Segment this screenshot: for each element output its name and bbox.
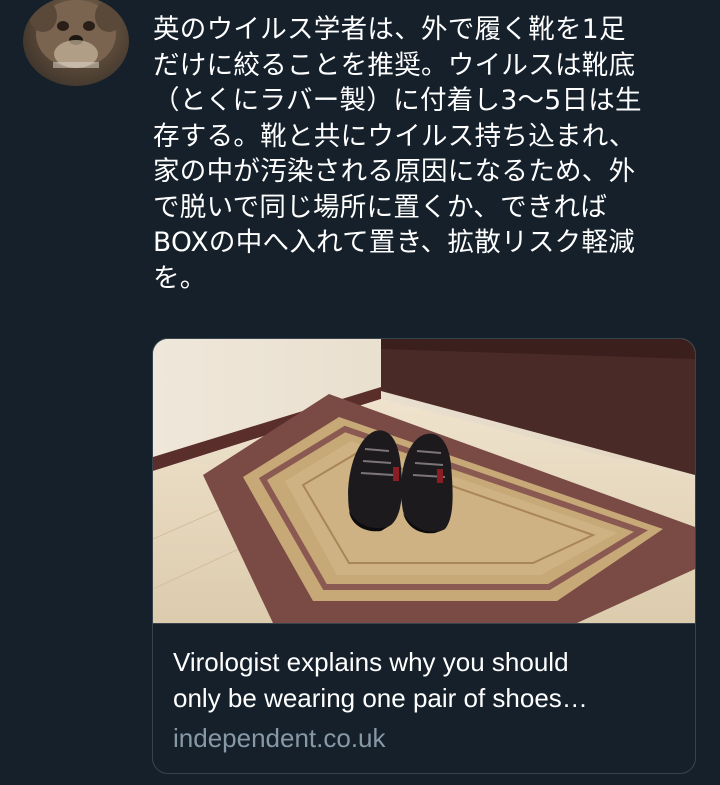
tweet-text-line: 存する。靴と共にウイルス持ち込まれ、 (153, 120, 636, 152)
card-body[interactable]: Virologist explains why you should only … (153, 623, 695, 773)
tweet-text-line: BOXの中へ入れて置き、拡散リスク軽減 (153, 227, 636, 258)
tweet-text-line: 英のウイルス学者は、外で履く靴を1足 (153, 14, 626, 45)
shoes-on-doormat-photo (153, 339, 695, 623)
avatar[interactable] (23, 0, 129, 86)
tweet-text-line: 家の中が汚染される原因になるため、外 (153, 156, 636, 187)
card-image[interactable] (153, 339, 695, 623)
tweet-text-line: を。 (153, 262, 207, 294)
link-preview-card[interactable]: Virologist explains why you should only … (152, 338, 696, 774)
card-title-line: Virologist explains why you should (173, 647, 569, 677)
tweet-text-line: だけに絞ることを推奨。ウイルスは靴底 (153, 49, 636, 81)
card-title-line: only be wearing one pair of shoes… (173, 683, 588, 713)
card-title[interactable]: Virologist explains why you should only … (173, 644, 678, 716)
tweet-text-line: （とくにラバー製）に付着し3〜5日は生 (153, 85, 642, 116)
tweet-text-line: で脱いで同じ場所に置くか、できれば (153, 191, 608, 223)
avatar-photo (29, 0, 123, 68)
tweet-text: 英のウイルス学者は、外で履く靴を1足 だけに絞ることを推奨。ウイルスは靴底 （と… (153, 12, 713, 296)
card-domain[interactable]: independent.co.uk (173, 721, 386, 755)
